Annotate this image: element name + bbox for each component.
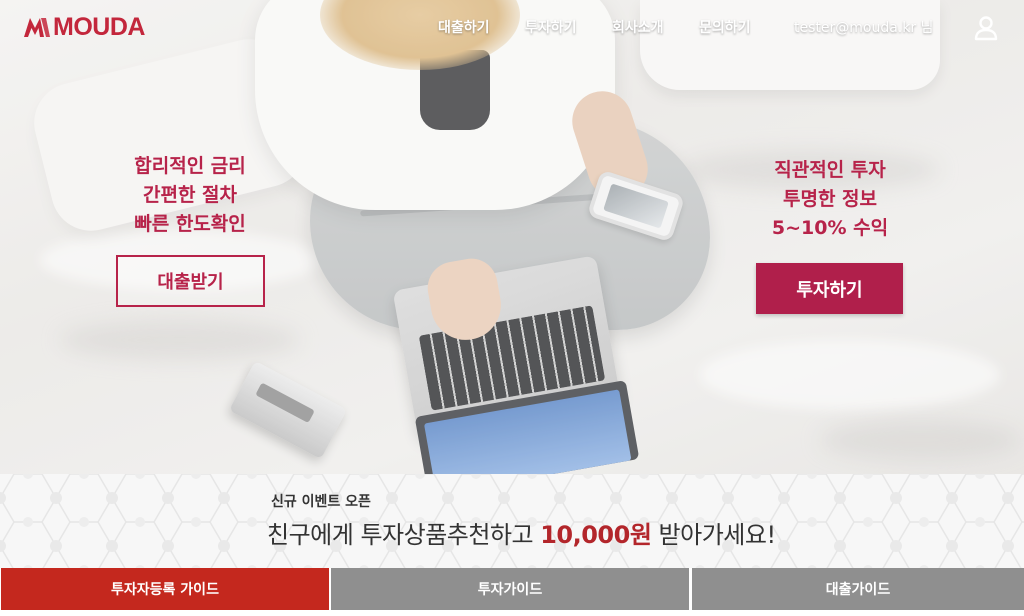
nav-item-invest[interactable]: 투자하기 xyxy=(525,17,577,37)
user-icon[interactable] xyxy=(974,15,998,41)
guide-tabs: 투자자등록 가이드 투자가이드 대출가이드 xyxy=(0,568,1024,610)
invest-tagline-line: 직관적인 투자 xyxy=(774,159,886,181)
hero-section: MOUDA 대출하기 투자하기 회사소개 문의하기 tester@mouda.k… xyxy=(0,0,1024,474)
loan-tagline-line: 합리적인 금리 xyxy=(134,155,246,177)
event-headline: 친구에게 투자상품추천하고 10,000원 받아가세요! xyxy=(267,515,776,550)
page-bottom-edge xyxy=(0,610,1024,616)
get-loan-button[interactable]: 대출받기 xyxy=(116,255,265,307)
nav-item-contact[interactable]: 문의하기 xyxy=(699,17,751,37)
invest-tagline-line: 5~10% 수익 xyxy=(771,217,889,239)
tab-investment-guide[interactable]: 투자가이드 xyxy=(331,568,689,610)
tab-investor-registration-guide[interactable]: 투자자등록 가이드 xyxy=(1,568,329,610)
tab-loan-guide[interactable]: 대출가이드 xyxy=(692,568,1024,610)
invest-tagline: 직관적인 투자 투명한 정보 5~10% 수익 xyxy=(760,156,900,243)
loan-tagline-line: 간편한 절차 xyxy=(142,184,237,206)
loan-tagline: 합리적인 금리 간편한 절차 빠른 한도확인 xyxy=(120,152,260,239)
event-headline-prefix: 친구에게 투자상품추천하고 xyxy=(267,521,541,549)
user-email: tester@mouda.kr 님 xyxy=(794,20,934,36)
event-banner[interactable]: 신규 이벤트 오픈 친구에게 투자상품추천하고 10,000원 받아가세요! xyxy=(0,474,1024,568)
invest-tagline-line: 투명한 정보 xyxy=(782,188,877,210)
loan-tagline-line: 빠른 한도확인 xyxy=(134,213,246,235)
brand-logo[interactable]: MOUDA xyxy=(22,12,145,42)
nav-item-about[interactable]: 회사소개 xyxy=(612,17,664,37)
event-reward-amount: 10,000원 xyxy=(540,521,652,549)
event-headline-suffix: 받아가세요! xyxy=(651,521,777,549)
brand-name: MOUDA xyxy=(53,12,145,41)
nav-item-loan[interactable]: 대출하기 xyxy=(438,17,490,37)
event-subtitle: 신규 이벤트 오픈 xyxy=(271,494,371,510)
logo-mark-icon xyxy=(24,18,50,37)
invest-button[interactable]: 투자하기 xyxy=(756,263,903,314)
